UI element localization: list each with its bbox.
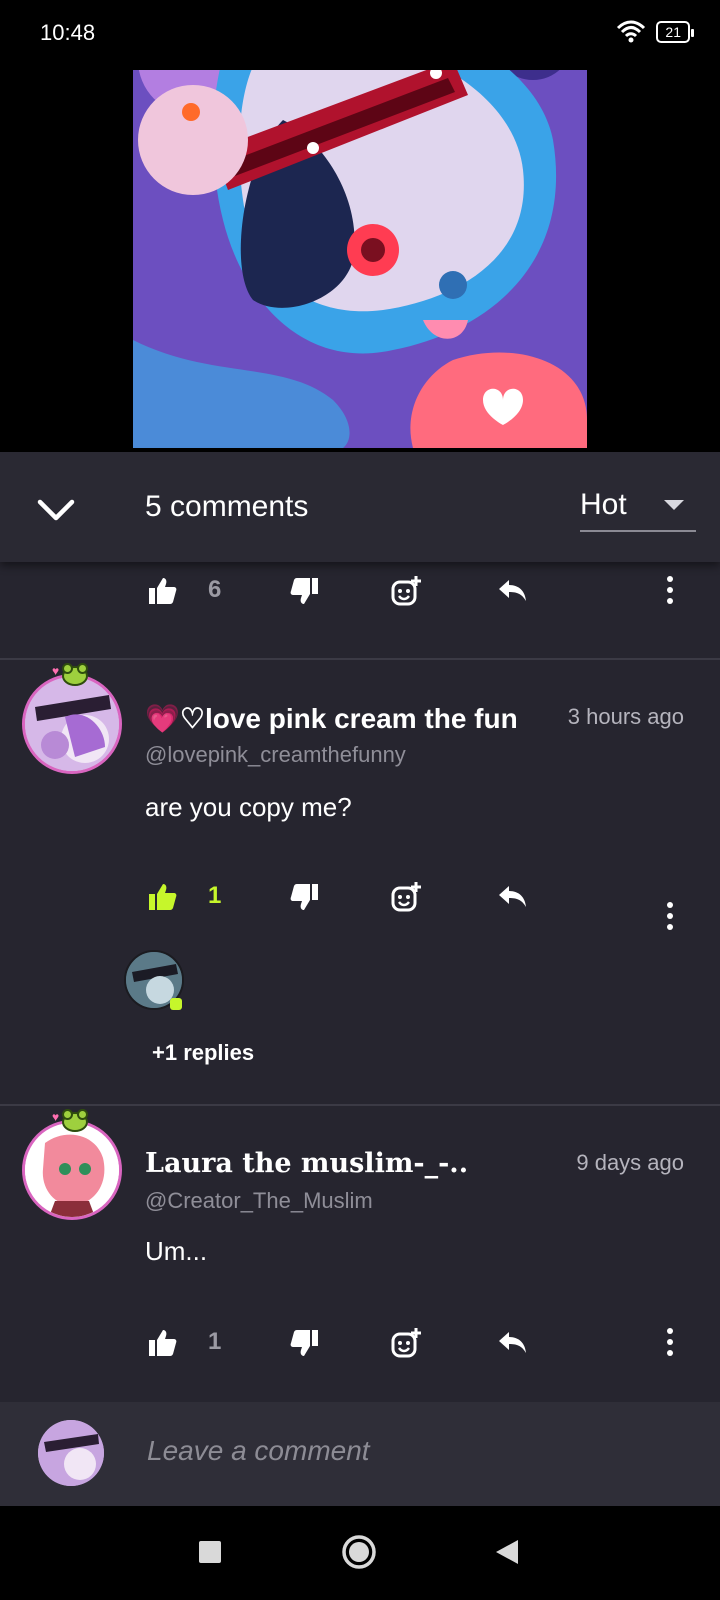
comment-actions: 1 xyxy=(0,1314,720,1374)
comment-actions: 1 xyxy=(0,868,720,928)
more-icon[interactable] xyxy=(664,902,676,934)
comment-timestamp: 9 days ago xyxy=(576,1150,684,1175)
thumbs-up-icon[interactable] xyxy=(147,1328,177,1358)
home-circle-icon[interactable] xyxy=(341,1534,377,1570)
heart-badge-icon: ♥ xyxy=(52,664,60,678)
thumbs-down-icon[interactable] xyxy=(290,882,320,912)
online-badge xyxy=(170,998,182,1010)
comment-text: Um... xyxy=(145,1236,208,1266)
caret-down-icon xyxy=(664,500,684,510)
sort-dropdown[interactable]: Hot xyxy=(580,480,696,532)
sort-value: Hot xyxy=(580,488,627,521)
avatar-art xyxy=(25,1123,119,1217)
frog-badge-icon xyxy=(62,1109,88,1132)
avatar[interactable]: ♥ xyxy=(22,1109,122,1220)
comment-author-name[interactable]: 💗♡love pink cream the fun xyxy=(145,702,535,735)
comment-input[interactable] xyxy=(145,1434,689,1468)
battery-icon: 21 xyxy=(656,21,694,43)
like-count: 1 xyxy=(208,1328,222,1355)
thumbs-down-icon[interactable] xyxy=(290,1328,320,1358)
recents-square-icon[interactable] xyxy=(198,1540,222,1564)
add-emoji-icon[interactable] xyxy=(391,882,421,912)
comments-count: 5 comments xyxy=(145,490,309,523)
comment-timestamp: 3 hours ago xyxy=(567,704,684,729)
system-nav-bar xyxy=(0,1506,720,1600)
comment-item: ♥ 💗♡love pink cream the fun 3 hours ago … xyxy=(0,660,720,1104)
reply-icon[interactable] xyxy=(497,882,527,912)
frog-badge-icon xyxy=(62,663,88,686)
battery-level: 21 xyxy=(665,24,681,40)
heart-badge-icon: ♥ xyxy=(52,1110,60,1124)
like-count: 1 xyxy=(208,882,222,909)
like-count: 6 xyxy=(208,576,222,603)
comment-author-name[interactable]: Laura the muslim-_-.. xyxy=(145,1148,535,1179)
view-replies-link[interactable]: +1 replies xyxy=(152,1040,254,1066)
add-emoji-icon[interactable] xyxy=(391,576,421,606)
reply-icon[interactable] xyxy=(497,1328,527,1358)
avatar[interactable]: ♥ xyxy=(22,663,122,774)
composer-avatar-art xyxy=(38,1420,104,1486)
thumbs-up-icon[interactable] xyxy=(147,882,177,912)
status-bar: 10:48 21 xyxy=(0,0,720,70)
back-triangle-icon[interactable] xyxy=(494,1538,520,1566)
status-icons: 21 xyxy=(616,20,694,44)
comment-author-handle[interactable]: @lovepink_creamthefunny xyxy=(145,742,406,768)
comments-header: 5 comments Hot xyxy=(0,452,720,562)
avatar-art xyxy=(25,677,119,771)
chevron-down-icon[interactable] xyxy=(34,488,78,532)
comment-actions: 6 xyxy=(0,562,720,622)
avatar-image xyxy=(22,1120,122,1220)
avatar-image xyxy=(22,674,122,774)
thumbs-down-icon[interactable] xyxy=(290,576,320,606)
status-time: 10:48 xyxy=(40,20,96,45)
more-icon[interactable] xyxy=(664,576,676,608)
wifi-icon xyxy=(617,20,646,43)
reply-icon[interactable] xyxy=(497,576,527,606)
more-icon[interactable] xyxy=(664,1328,676,1360)
add-emoji-icon[interactable] xyxy=(391,1328,421,1358)
comment-composer xyxy=(0,1402,720,1506)
comment-item: ♥ Laura the muslim-_-.. 9 days ago @Crea… xyxy=(0,1106,720,1402)
avatar xyxy=(38,1420,104,1486)
comment-text: are you copy me? xyxy=(145,792,352,822)
comment-author-handle[interactable]: @Creator_The_Muslim xyxy=(145,1188,373,1214)
thumbs-up-icon[interactable] xyxy=(147,576,177,606)
